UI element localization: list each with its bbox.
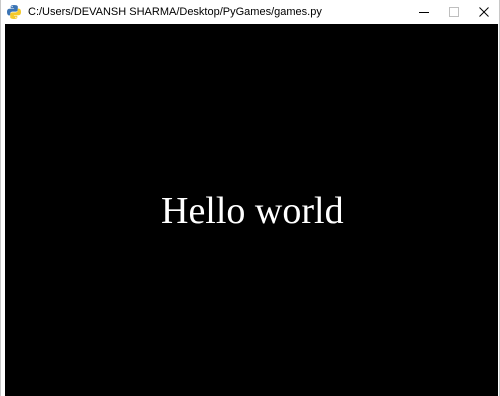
- title-bar[interactable]: C:/Users/DEVANSH SHARMA/Desktop/PyGames/…: [1, 0, 499, 24]
- close-icon: [479, 7, 489, 17]
- maximize-icon: [449, 7, 459, 17]
- python-icon: [6, 4, 22, 20]
- game-canvas[interactable]: Hello world: [5, 24, 498, 396]
- hello-world-text: Hello world: [161, 190, 344, 232]
- minimize-button[interactable]: [409, 0, 439, 24]
- maximize-button[interactable]: [439, 0, 469, 24]
- pygame-window: C:/Users/DEVANSH SHARMA/Desktop/PyGames/…: [0, 0, 500, 396]
- minimize-icon: [419, 7, 429, 17]
- window-controls: [409, 0, 499, 24]
- close-button[interactable]: [469, 0, 499, 24]
- window-title: C:/Users/DEVANSH SHARMA/Desktop/PyGames/…: [28, 6, 322, 18]
